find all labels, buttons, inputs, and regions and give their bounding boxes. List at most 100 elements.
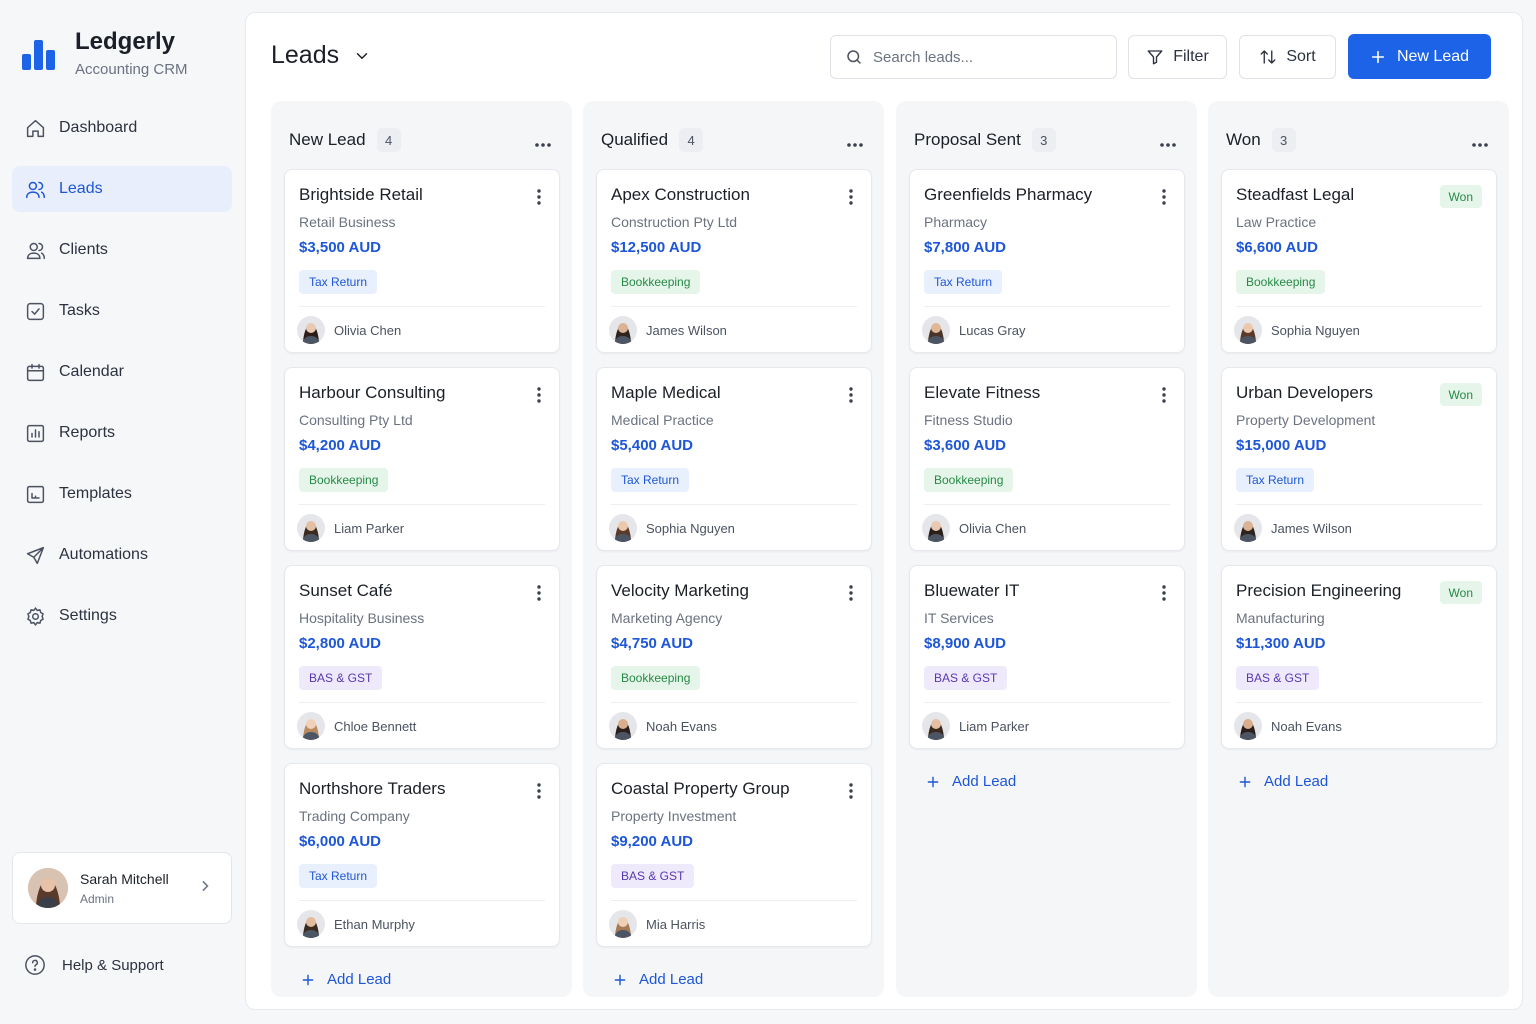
sidebar-item-settings[interactable]: Settings — [12, 593, 232, 639]
lead-owner: Ethan Murphy — [297, 910, 415, 938]
lead-amount: $15,000 AUD — [1236, 437, 1327, 454]
avatar — [1234, 316, 1262, 344]
more-vertical-icon[interactable] — [849, 783, 853, 799]
lead-card[interactable]: Maple Medical Medical Practice $5,400 AUD T… — [596, 367, 872, 551]
owner-name: Sophia Nguyen — [646, 520, 735, 536]
service-tag: Bookkeeping — [924, 468, 1014, 492]
card-divider — [1236, 306, 1482, 307]
more-vertical-icon[interactable] — [537, 189, 541, 205]
owner-name: Chloe Bennett — [334, 718, 417, 734]
help-circle-icon — [25, 955, 45, 975]
status-badge: Won — [1439, 383, 1482, 406]
lead-business-type: Hospitality Business — [299, 610, 425, 626]
lead-business-type: Medical Practice — [611, 412, 714, 428]
lead-owner: Olivia Chen — [922, 514, 1026, 542]
more-vertical-icon[interactable] — [849, 387, 853, 403]
sidebar-item-clients[interactable]: Clients — [12, 227, 232, 273]
owner-name: Mia Harris — [646, 916, 706, 932]
lead-card[interactable]: Steadfast Legal Law Practice $6,600 AUD Boo… — [1221, 169, 1497, 353]
avatar — [609, 910, 637, 938]
lead-company-name: Maple Medical — [611, 383, 721, 402]
more-vertical-icon[interactable] — [537, 387, 541, 403]
lead-company-name: Elevate Fitness — [924, 383, 1041, 402]
people-icon — [24, 239, 46, 261]
sidebar-item-tasks[interactable]: Tasks — [12, 288, 232, 334]
gear-icon — [24, 605, 46, 627]
sidebar-item-reports[interactable]: Reports — [12, 410, 232, 456]
add-lead-button[interactable]: Add Lead — [301, 971, 391, 988]
lead-business-type: Fitness Studio — [924, 412, 1013, 428]
lead-card[interactable]: Elevate Fitness Fitness Studio $3,600 AUD B… — [909, 367, 1185, 551]
service-tag: Bookkeeping — [611, 666, 701, 690]
owner-name: Liam Parker — [959, 718, 1030, 734]
checkbox-icon — [24, 300, 46, 322]
card-divider — [1236, 702, 1482, 703]
brand[interactable]: Ledgerly Accounting CRM — [22, 28, 188, 78]
lead-owner: Olivia Chen — [297, 316, 401, 344]
more-vertical-icon[interactable] — [1162, 585, 1166, 601]
page-title-dropdown[interactable]: Leads — [271, 41, 371, 70]
add-lead-button[interactable]: Add Lead — [1238, 773, 1328, 790]
lead-owner: Liam Parker — [922, 712, 1029, 740]
more-horizontal-icon[interactable] — [1471, 135, 1489, 147]
more-horizontal-icon[interactable] — [846, 135, 864, 147]
sort-label: Sort — [1286, 48, 1316, 65]
add-lead-button[interactable]: Add Lead — [613, 971, 703, 988]
lead-card[interactable]: Precision Engineering Manufacturing $11,30… — [1221, 565, 1497, 749]
sidebar-item-calendar[interactable]: Calendar — [12, 349, 232, 395]
lead-card[interactable]: Harbour Consulting Consulting Pty Ltd $4,2… — [284, 367, 560, 551]
lead-card[interactable]: Urban Developers Property Development $15,… — [1221, 367, 1497, 551]
lead-business-type: Marketing Agency — [611, 610, 723, 626]
sidebar-item-automations[interactable]: Automations — [12, 532, 232, 578]
bar-chart-logo-icon — [22, 36, 56, 70]
lead-card[interactable]: Brightside Retail Retail Business $3,500 A… — [284, 169, 560, 353]
more-vertical-icon[interactable] — [1162, 189, 1166, 205]
service-tag: Tax Return — [299, 270, 378, 294]
search-box[interactable] — [830, 35, 1117, 79]
more-vertical-icon[interactable] — [849, 189, 853, 205]
chevron-down-icon — [356, 52, 368, 59]
lead-company-name: Northshore Traders — [299, 779, 446, 798]
service-tag: Tax Return — [611, 468, 690, 492]
column-header: Qualified 4 — [601, 128, 704, 152]
owner-name: Olivia Chen — [334, 322, 402, 338]
sort-button[interactable]: Sort — [1239, 35, 1336, 79]
lead-card[interactable]: Bluewater IT IT Services $8,900 AUD BAS & G… — [909, 565, 1185, 749]
lead-amount: $6,000 AUD — [299, 833, 381, 850]
calendar-icon — [24, 361, 46, 383]
lead-owner: Mia Harris — [609, 910, 705, 938]
lead-owner: Noah Evans — [609, 712, 717, 740]
help-support-link[interactable]: Help & Support — [24, 954, 164, 976]
column-header: Proposal Sent 3 — [914, 128, 1056, 152]
lead-card[interactable]: Coastal Property Group Property Investmen… — [596, 763, 872, 947]
more-horizontal-icon[interactable] — [1159, 135, 1177, 147]
user-profile-card[interactable]: Sarah Mitchell Admin — [12, 852, 232, 924]
service-tag: Bookkeeping — [611, 270, 701, 294]
lead-card[interactable]: Apex Construction Construction Pty Ltd $12… — [596, 169, 872, 353]
column-proposal-sent: Proposal Sent 3 Greenfields Pharmacy Pharma… — [896, 101, 1197, 997]
lead-card[interactable]: Northshore Traders Trading Company $6,000 … — [284, 763, 560, 947]
search-input[interactable] — [873, 48, 1103, 66]
lead-card[interactable]: Velocity Marketing Marketing Agency $4,750… — [596, 565, 872, 749]
more-vertical-icon[interactable] — [849, 585, 853, 601]
sidebar-item-templates[interactable]: Templates — [12, 471, 232, 517]
more-horizontal-icon[interactable] — [534, 135, 552, 147]
lead-company-name: Steadfast Legal — [1236, 185, 1355, 204]
lead-amount: $11,300 AUD — [1236, 635, 1326, 652]
add-lead-button[interactable]: Add Lead — [926, 773, 1016, 790]
column-title: Qualified — [601, 130, 669, 149]
more-vertical-icon[interactable] — [537, 783, 541, 799]
more-vertical-icon[interactable] — [537, 585, 541, 601]
filter-button[interactable]: Filter — [1128, 35, 1227, 79]
more-vertical-icon[interactable] — [1162, 387, 1166, 403]
owner-name: Olivia Chen — [959, 520, 1027, 536]
lead-company-name: Brightside Retail — [299, 185, 423, 204]
lead-card[interactable]: Sunset Café Hospitality Business $2,800 AU… — [284, 565, 560, 749]
lead-owner: Lucas Gray — [922, 316, 1025, 344]
sidebar-item-leads[interactable]: Leads — [12, 166, 232, 212]
new-lead-button[interactable]: New Lead — [1348, 34, 1491, 79]
lead-amount: $4,750 AUD — [611, 635, 693, 652]
lead-card[interactable]: Greenfields Pharmacy Pharmacy $7,800 AUD Ta… — [909, 169, 1185, 353]
sidebar-item-label: Dashboard — [59, 119, 138, 136]
sidebar-item-dashboard[interactable]: Dashboard — [12, 105, 232, 151]
